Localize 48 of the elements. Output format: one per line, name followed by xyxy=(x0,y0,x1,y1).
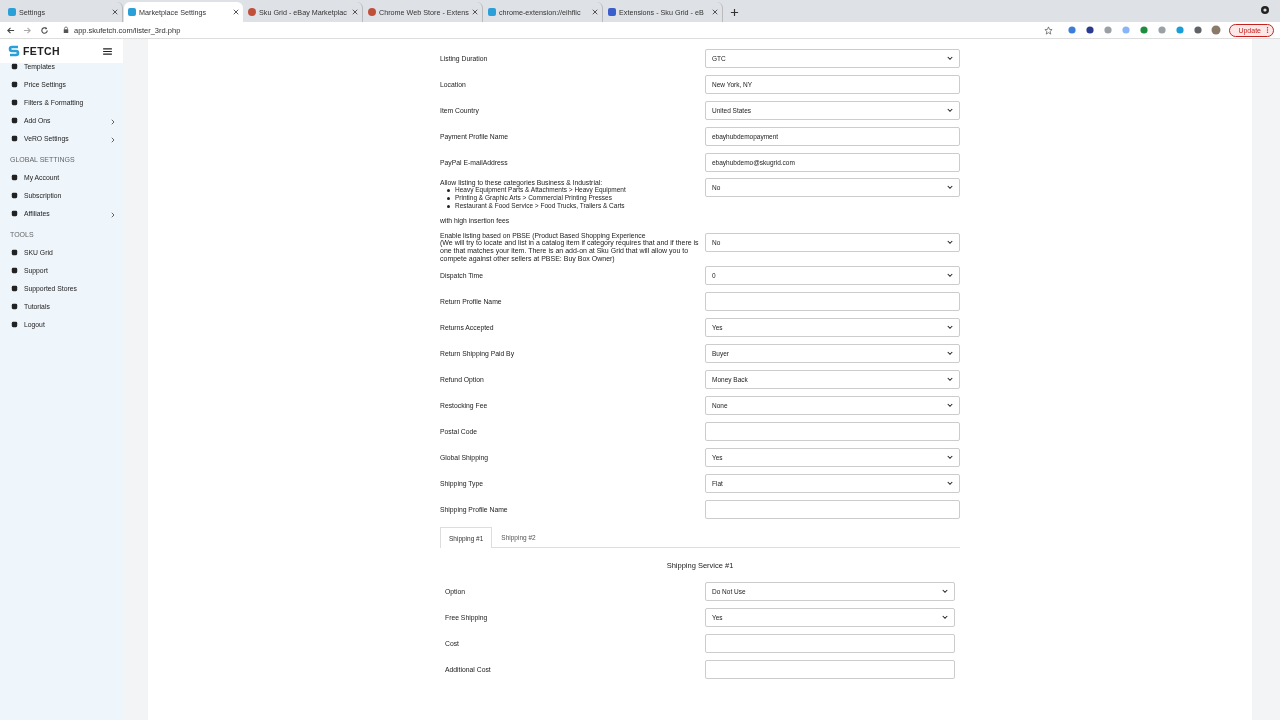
close-icon[interactable] xyxy=(112,9,118,15)
extension-icon[interactable] xyxy=(1139,25,1150,35)
star-icon[interactable] xyxy=(1044,25,1054,35)
brand-name: FETCH xyxy=(23,45,60,57)
close-icon[interactable] xyxy=(472,9,478,15)
extension-icon[interactable] xyxy=(1085,25,1096,35)
close-icon[interactable] xyxy=(233,9,239,15)
extension-icon[interactable] xyxy=(1193,25,1204,35)
new-tab-icon[interactable] xyxy=(730,8,739,17)
caret-icon xyxy=(947,108,953,113)
more-icon[interactable] xyxy=(1266,26,1269,34)
caret-icon xyxy=(947,56,953,61)
close-icon[interactable] xyxy=(592,9,598,15)
reload-icon[interactable] xyxy=(40,25,49,35)
favicon-icon xyxy=(248,8,256,16)
lock-icon xyxy=(63,26,69,34)
logo-icon xyxy=(8,44,20,58)
caret-icon xyxy=(947,455,953,460)
caret-icon xyxy=(942,589,948,594)
avatar-icon[interactable] xyxy=(1211,25,1222,35)
back-icon[interactable] xyxy=(6,25,15,35)
caret-icon xyxy=(947,240,953,245)
caret-icon xyxy=(947,403,953,408)
favicon-icon xyxy=(128,8,136,16)
forward-icon[interactable] xyxy=(23,25,32,35)
close-icon[interactable] xyxy=(352,9,358,15)
input-field[interactable] xyxy=(705,634,955,653)
menu-icon[interactable] xyxy=(103,47,112,55)
record-icon xyxy=(1260,5,1270,15)
input-field[interactable] xyxy=(705,500,960,519)
caret-icon xyxy=(942,615,948,620)
caret-icon xyxy=(947,273,953,278)
caret-icon xyxy=(947,377,953,382)
bullet-icon xyxy=(447,188,450,192)
favicon-icon xyxy=(488,8,496,16)
caret-icon xyxy=(947,481,953,486)
caret-icon xyxy=(947,185,953,190)
favicon-icon xyxy=(608,8,616,16)
input-field[interactable] xyxy=(705,422,960,441)
input-field[interactable] xyxy=(705,660,955,679)
close-icon[interactable] xyxy=(712,9,718,15)
bullet-icon xyxy=(447,196,450,200)
caret-icon xyxy=(947,351,953,356)
bullet-icon xyxy=(447,204,450,208)
caret-icon xyxy=(947,325,953,330)
input-field[interactable] xyxy=(705,292,960,311)
favicon-icon xyxy=(8,8,16,16)
favicon-icon xyxy=(368,8,376,16)
